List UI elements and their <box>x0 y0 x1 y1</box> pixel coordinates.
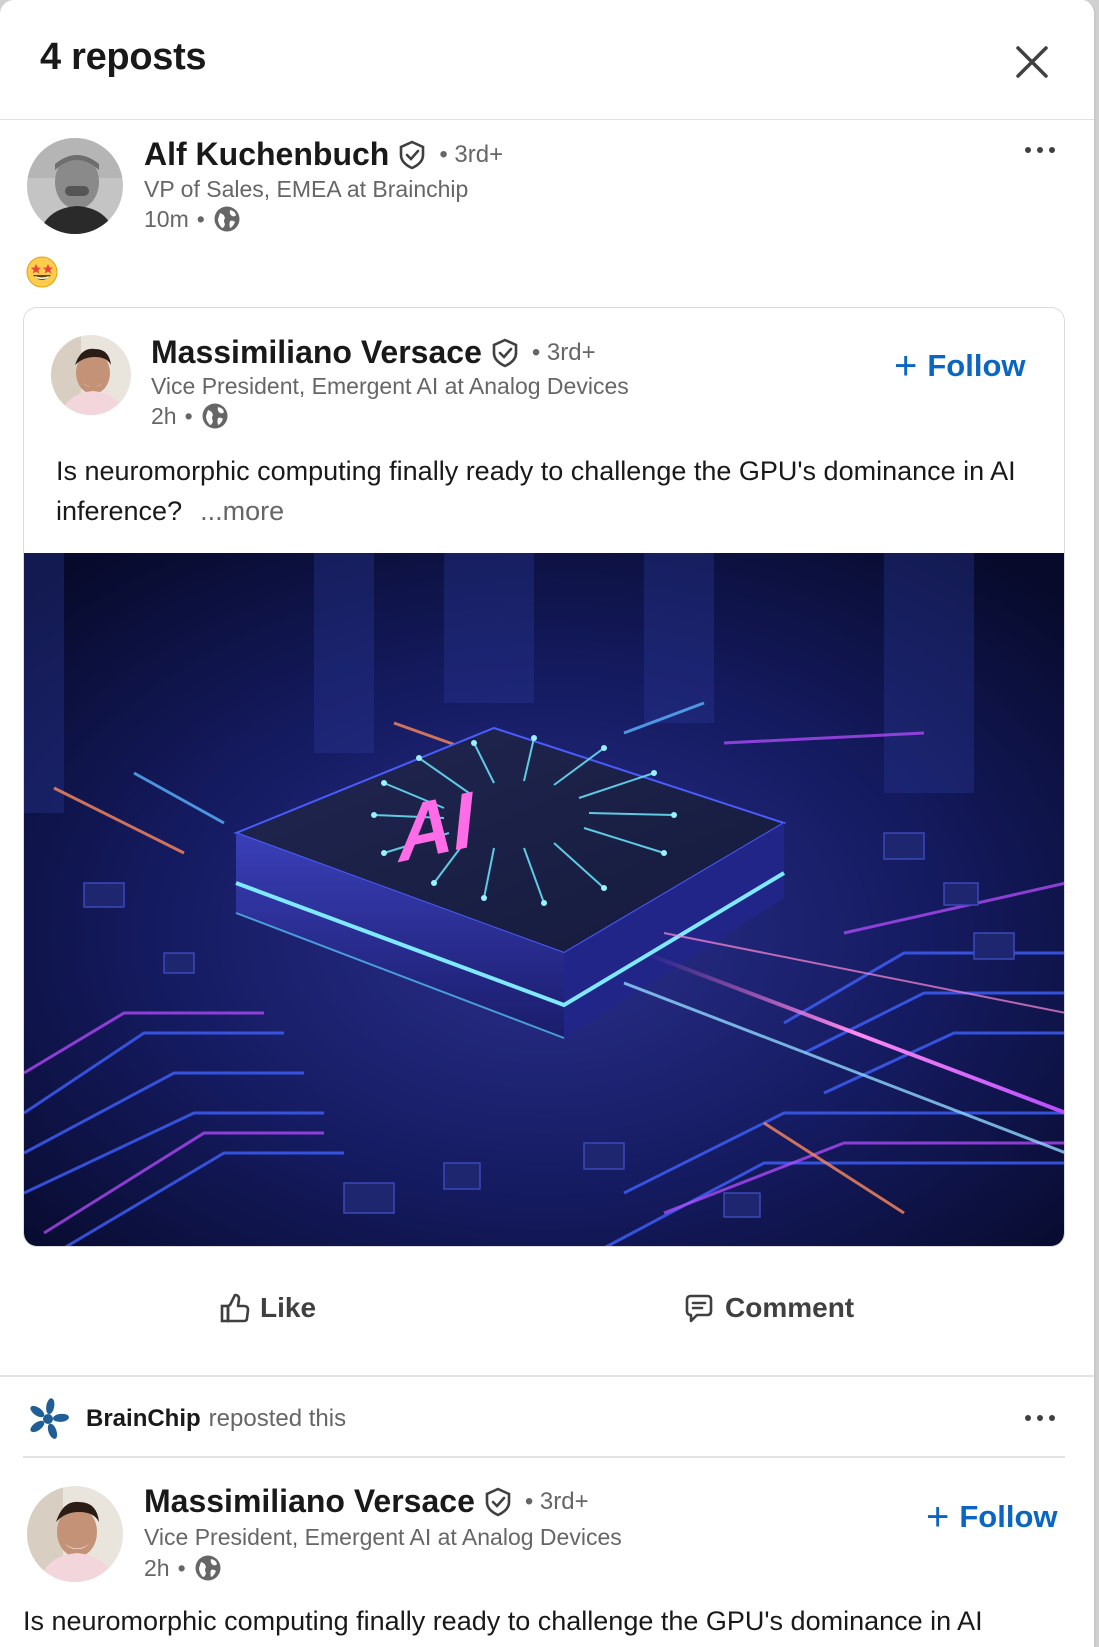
reposter-action-text: reposted this <box>208 1405 347 1432</box>
post-time-row: 10m • <box>144 205 241 233</box>
repost-divider <box>0 1375 1094 1377</box>
modal-header: 4 reposts <box>0 0 1094 120</box>
globe-icon <box>195 1555 221 1581</box>
author-name-row: Alf Kuchenbuch • 3rd+ <box>144 136 503 173</box>
quoted-post-time: 2h <box>151 402 177 429</box>
connection-degree: • 3rd+ <box>531 338 596 366</box>
follow-button[interactable]: + Follow <box>894 346 1026 386</box>
connection-degree: • 3rd+ <box>524 1487 589 1515</box>
author-name[interactable]: Alf Kuchenbuch <box>144 136 389 173</box>
like-icon <box>220 1293 250 1323</box>
author-headline: VP of Sales, EMEA at Brainchip <box>144 176 469 202</box>
reposter-name[interactable]: BrainChip <box>86 1405 201 1433</box>
more-icon <box>1025 1415 1055 1421</box>
verified-icon <box>400 140 425 169</box>
post-time-row: 2h • <box>144 1554 222 1582</box>
more-options-button[interactable] <box>1020 1408 1060 1428</box>
plus-icon: + <box>926 1495 950 1539</box>
follow-label: Follow <box>959 1499 1058 1534</box>
post-time: 2h <box>144 1554 170 1581</box>
brainchip-logo-icon[interactable] <box>26 1397 70 1441</box>
quoted-post-text: Is neuromorphic computing finally ready … <box>56 451 1046 531</box>
reposter-row: BrainChip reposted this <box>26 1397 346 1441</box>
globe-icon <box>214 206 240 232</box>
follow-button[interactable]: + Follow <box>926 1497 1058 1537</box>
like-button[interactable]: Like <box>220 1292 316 1324</box>
follow-label: Follow <box>927 348 1026 383</box>
more-icon <box>1025 147 1055 153</box>
author-name[interactable]: Massimiliano Versace <box>144 1483 475 1520</box>
quoted-post-card[interactable]: Massimiliano Versace • 3rd+ Vice Preside… <box>23 307 1065 1247</box>
more-options-button[interactable] <box>1020 140 1060 160</box>
post-time: 10m <box>144 205 189 232</box>
post-text: Is neuromorphic computing finally ready … <box>23 1606 983 1636</box>
globe-icon <box>202 403 228 429</box>
star-struck-emoji-icon <box>26 256 58 288</box>
comment-icon <box>685 1294 713 1323</box>
close-icon <box>1016 46 1048 78</box>
close-button[interactable] <box>1012 42 1052 82</box>
connection-degree: • 3rd+ <box>439 140 504 168</box>
modal-title: 4 reposts <box>40 36 207 78</box>
see-more-link[interactable]: ...more <box>200 496 284 526</box>
post-image-ai-chip[interactable]: AI <box>24 553 1065 1247</box>
quoted-author-name-row: Massimiliano Versace • 3rd+ <box>151 334 596 371</box>
quoted-post-time-row: 2h • <box>151 402 229 430</box>
comment-label: Comment <box>725 1292 855 1323</box>
ai-chip-label: AI <box>394 773 480 880</box>
reposter-divider <box>23 1456 1065 1458</box>
verified-icon <box>485 1487 511 1516</box>
avatar-massimiliano-versace[interactable] <box>27 1486 123 1582</box>
avatar-massimiliano-versace[interactable] <box>51 335 131 415</box>
avatar-alf-kuchenbuch[interactable] <box>27 138 123 234</box>
quoted-author-name[interactable]: Massimiliano Versace <box>151 334 482 371</box>
verified-icon <box>492 338 518 367</box>
like-label: Like <box>260 1292 317 1323</box>
reposts-modal: 4 reposts Alf Kuchenbuch • 3rd+ VP of Sa… <box>0 0 1096 1647</box>
author-headline: Vice President, Emergent AI at Analog De… <box>144 1524 622 1550</box>
comment-button[interactable]: Comment <box>683 1292 854 1324</box>
plus-icon: + <box>894 344 918 388</box>
author-name-row: Massimiliano Versace • 3rd+ <box>144 1483 589 1520</box>
quoted-author-headline: Vice President, Emergent AI at Analog De… <box>151 373 629 399</box>
